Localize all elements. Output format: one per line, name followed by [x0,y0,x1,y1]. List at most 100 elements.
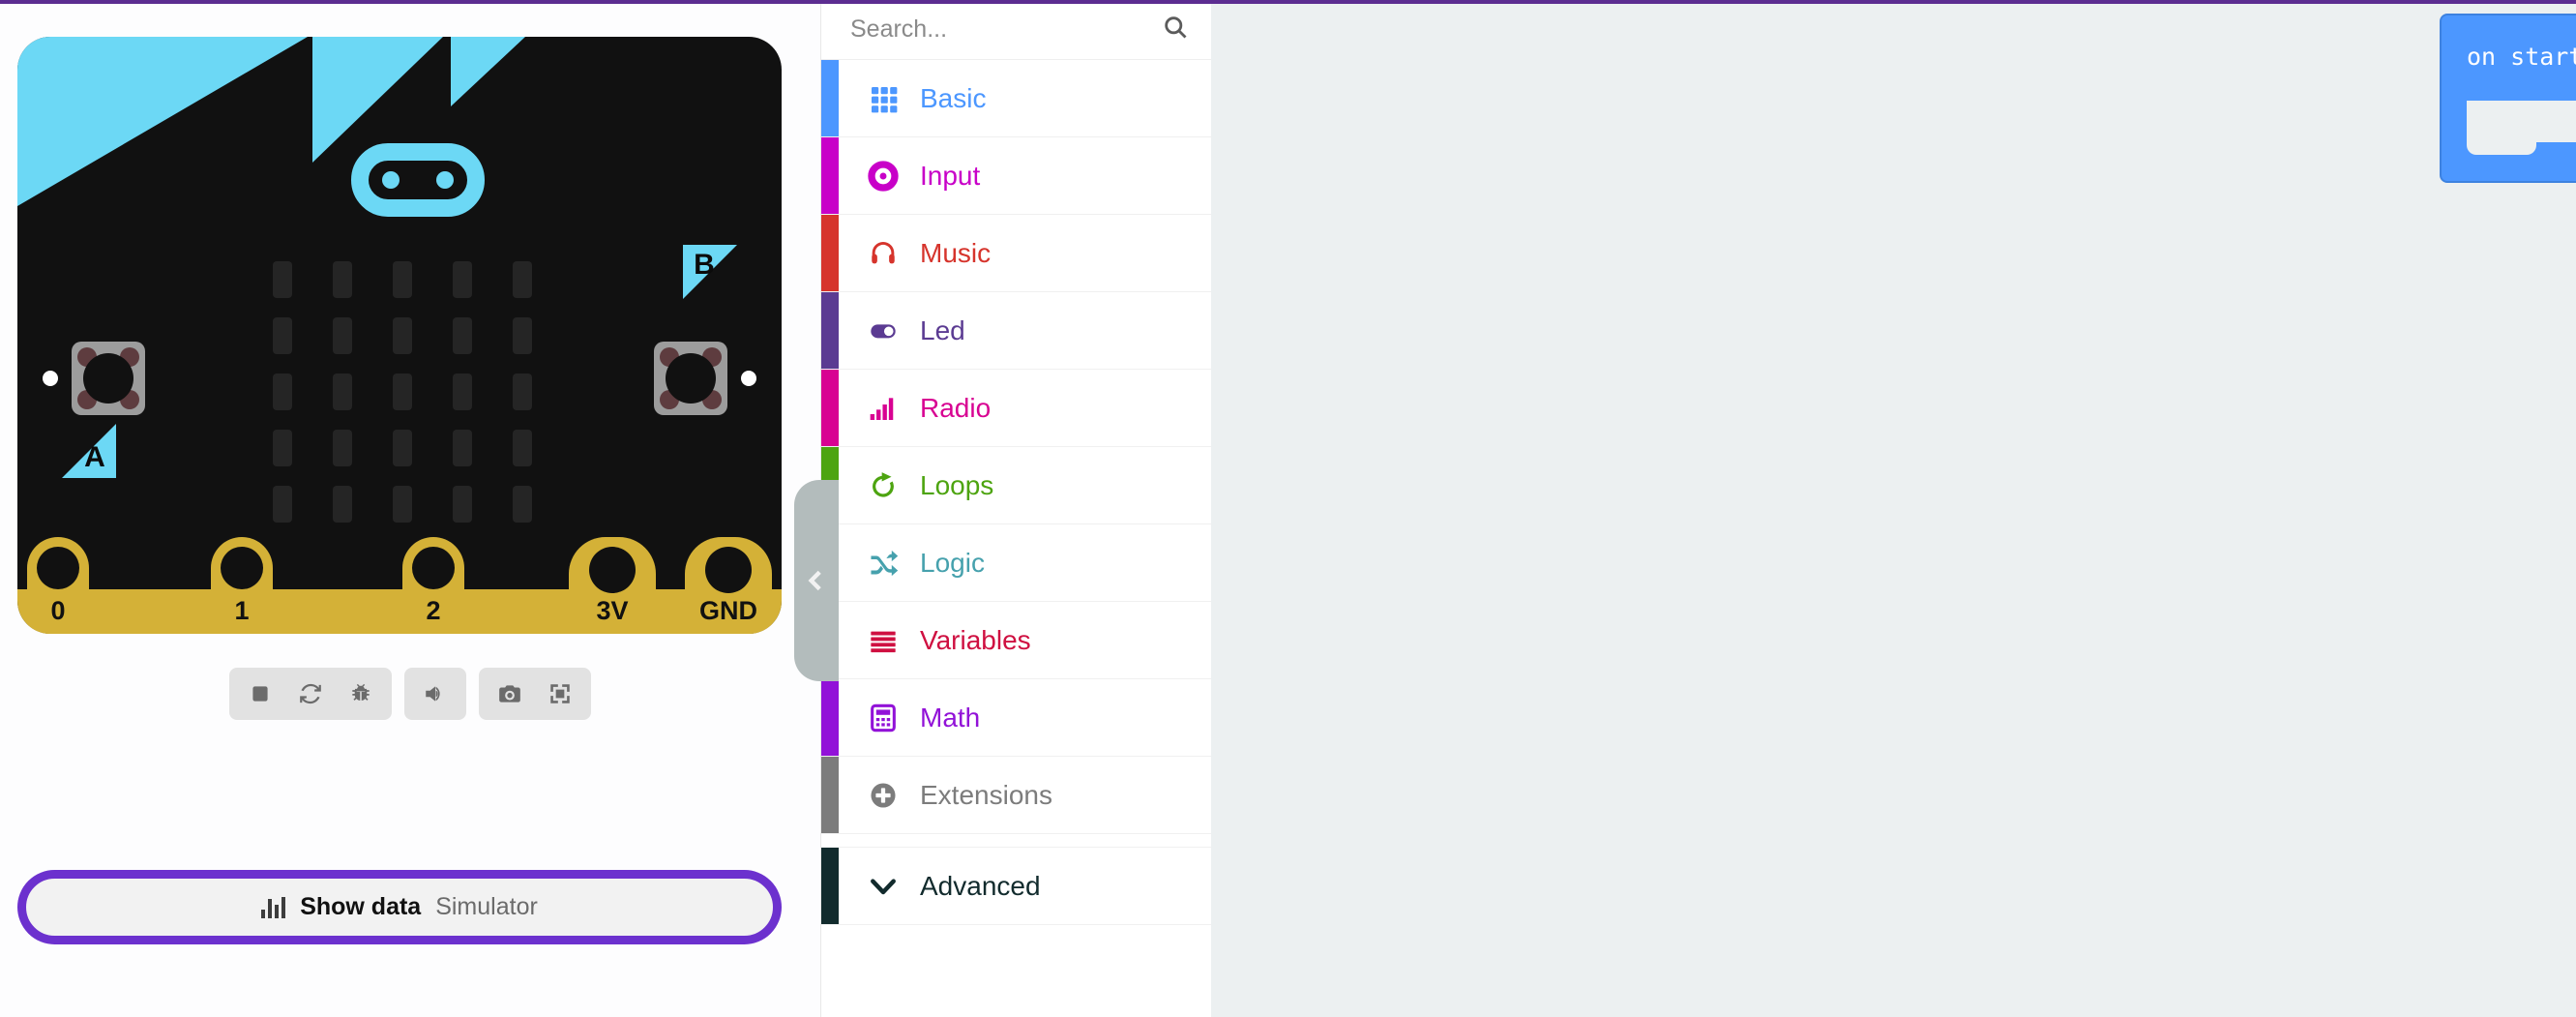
board-dot-left [43,371,58,386]
pin-2[interactable]: 2 [402,537,464,634]
headphones-icon [856,238,910,269]
toolbox-category-music[interactable]: Music [821,215,1211,292]
workspace-grid [1211,0,2576,1017]
pin-gnd[interactable]: GND [685,537,772,634]
category-label: Radio [920,392,992,423]
calculator-icon [856,703,910,733]
donut-icon [868,160,899,192]
pin-0[interactable]: 0 [27,537,89,634]
toolbox-category-extensions[interactable]: Extensions [821,757,1211,834]
button-a[interactable] [72,342,145,415]
simulator-pane: A B 0 1 2 3V GND Show data Simulator [0,0,821,1017]
toolbox-category-basic[interactable]: Basic [821,60,1211,137]
pin-3v[interactable]: 3V [569,537,656,634]
grid-icon [856,83,910,114]
shuffle-icon [871,550,899,576]
chevron-down-icon [871,878,896,894]
toolbox-category-advanced[interactable]: Advanced [821,848,1211,925]
category-label: Advanced [920,870,1041,901]
category-label: Music [920,237,992,268]
sim-toolbar-group-capture [479,668,591,720]
toggle-icon [871,323,896,338]
screenshot-button[interactable] [485,672,535,716]
restart-icon [300,683,321,704]
bar-chart-icon [261,896,286,918]
button-b[interactable] [654,342,727,415]
lines-icon [856,625,910,656]
category-color-stripe [821,60,839,136]
category-label: Extensions [920,779,1052,810]
rotate-icon [873,471,894,497]
search-icon[interactable] [1162,14,1189,45]
pin-1[interactable]: 1 [211,537,273,634]
bug-icon [352,683,370,702]
toolbox-category-radio[interactable]: Radio [821,370,1211,447]
plus-circle-icon [871,782,896,808]
grid-icon [872,86,898,112]
mute-button[interactable] [410,672,460,716]
button-a-label: A [62,424,116,478]
fullscreen-icon [550,684,570,703]
toolbox-category-led[interactable]: Led [821,292,1211,370]
show-data-label: Show data [300,893,422,920]
category-label: Loops [920,469,994,500]
speaker-icon [426,686,440,702]
category-color-stripe [821,137,839,214]
donut-icon [856,160,910,192]
category-label: Variables [920,624,1031,655]
toolbox-collapse-button[interactable] [794,480,839,681]
microbit-logo-icon [351,143,485,217]
category-label: Input [920,160,981,191]
shuffle-icon [856,548,910,579]
edge-connector: 0 1 2 3V GND [17,503,782,634]
button-b-letter: B [694,249,715,281]
category-color-stripe [821,292,839,369]
headphones-icon [872,241,895,263]
toolbox-category-logic[interactable]: Logic [821,524,1211,602]
chevron-left-icon [808,570,821,591]
fullscreen-button[interactable] [535,672,585,716]
stop-button[interactable] [235,672,285,716]
signal-icon [870,397,894,420]
toolbox-category-math[interactable]: Math [821,679,1211,757]
blocks-workspace[interactable]: on start forever set currentSignal to an… [1211,0,2576,1017]
toolbox-divider [821,834,1211,848]
category-color-stripe [821,757,839,833]
search-input[interactable] [850,15,1162,44]
category-label: Basic [920,82,987,113]
board-dot-right [741,371,756,386]
category-color-stripe [821,215,839,291]
toolbox-search-row [821,0,1211,60]
rotate-icon [856,470,910,501]
category-label: Math [920,702,981,733]
microbit-board: A B 0 1 2 3V GND [17,37,782,634]
button-b-label: B [683,245,737,299]
toolbox-category-list: Basic Input Music Led Radio Loops Logic Variabl… [821,60,1211,925]
simulator-toolbar [0,668,820,720]
signal-icon [856,393,910,424]
calculator-icon [871,703,896,732]
category-color-stripe [821,679,839,756]
toolbox-category-input[interactable]: Input [821,137,1211,215]
category-color-stripe [821,848,839,924]
toolbox-pane: Basic Input Music Led Radio Loops Logic Variabl… [794,0,1211,1017]
chevron-down-icon [856,871,910,902]
restart-button[interactable] [285,672,336,716]
block-on-start[interactable]: on start [2440,14,2576,183]
led-matrix [252,252,552,532]
toolbox-category-variables[interactable]: Variables [821,602,1211,679]
lines-icon [871,631,896,652]
button-a-letter: A [84,441,105,473]
sim-toolbar-group-audio [404,668,466,720]
category-label: Led [920,314,965,345]
on-start-label: on start [2467,43,2576,71]
toolbox-category-loops[interactable]: Loops [821,447,1211,524]
camera-icon [499,685,520,703]
show-data-target-label: Simulator [435,893,538,920]
category-color-stripe [821,370,839,446]
show-data-button[interactable]: Show data Simulator [17,870,782,944]
toggle-icon [856,315,910,346]
debug-button[interactable] [336,672,386,716]
category-label: Logic [920,547,985,578]
plus-circle-icon [856,780,910,811]
